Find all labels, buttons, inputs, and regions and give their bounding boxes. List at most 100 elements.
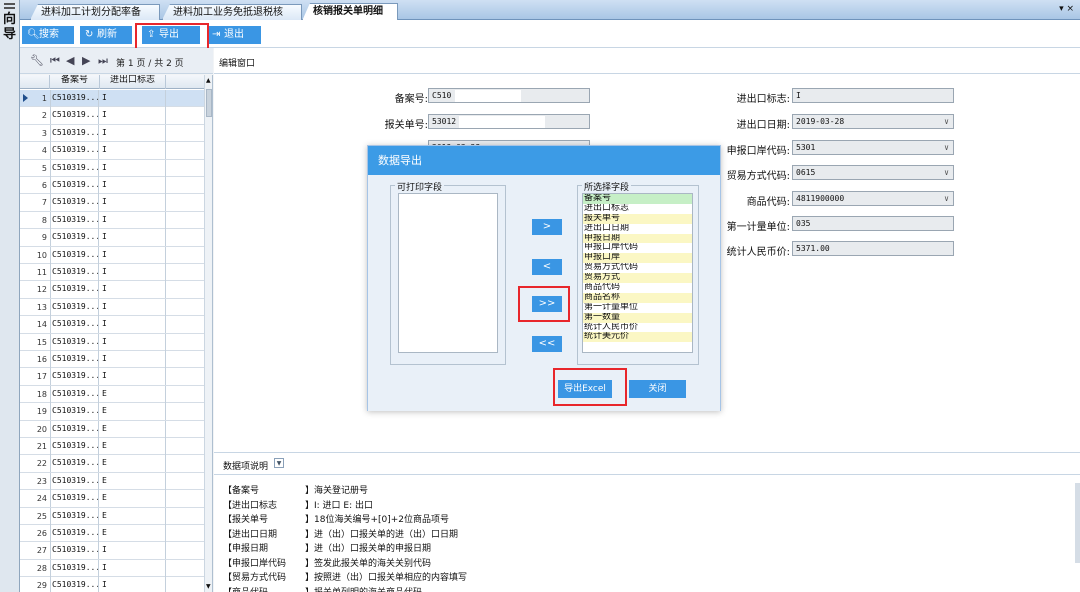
table-row[interactable]: 16 C510319... I <box>20 351 205 369</box>
table-row[interactable]: 18 C510319... E <box>20 385 205 404</box>
chevron-down-icon[interactable]: ∨ <box>944 166 949 179</box>
cell-filing-no[interactable]: C510319... <box>50 420 99 438</box>
table-row[interactable]: 11 C510319... I <box>20 264 205 282</box>
io-flag-field[interactable]: I <box>792 88 954 103</box>
cell-io-flag[interactable]: E <box>100 455 166 473</box>
cell-filing-no[interactable]: C510319... <box>50 177 99 194</box>
export-excel-button[interactable]: 导出Excel <box>558 380 612 398</box>
cell-io-flag[interactable]: E <box>100 507 166 525</box>
cell-filing-no[interactable]: C510319... <box>50 559 99 577</box>
goods-code-select[interactable]: 4811900000 ∨ <box>792 191 954 206</box>
list-item[interactable]: 商品代码 <box>583 283 692 293</box>
customs-no-field[interactable]: 53012 <box>428 114 590 129</box>
table-row[interactable]: 1 C510319... I <box>20 90 205 108</box>
list-item[interactable]: 统计人民币价 <box>583 323 692 333</box>
chevron-down-icon[interactable]: ∨ <box>944 115 949 128</box>
move-left-button[interactable]: < <box>532 259 562 275</box>
cell-filing-no[interactable]: C510319... <box>50 507 99 525</box>
table-row[interactable]: 2 C510319... I <box>20 107 205 125</box>
selected-fields-list[interactable]: 备案号 进出口标志 报关单号 进出口日期 申报日期 申报口岸代码 申报口岸 贸易方式代码 贸易方… <box>582 193 693 353</box>
cell-filing-no[interactable]: C510319... <box>50 142 99 160</box>
cell-filing-no[interactable]: C510319... <box>50 159 99 177</box>
description-scrollbar[interactable] <box>1075 483 1080 563</box>
table-row[interactable]: 6 C510319... I <box>20 177 205 195</box>
cell-io-flag[interactable]: I <box>100 90 166 107</box>
cell-filing-no[interactable]: C510319... <box>50 194 99 212</box>
table-row[interactable]: 4 C510319... I <box>20 142 205 160</box>
cell-io-flag[interactable]: I <box>100 177 166 194</box>
move-all-right-button[interactable]: >> <box>532 296 562 312</box>
cell-io-flag[interactable]: E <box>100 438 166 455</box>
column-header-io-flag[interactable]: 进出口标志 <box>100 75 166 89</box>
cell-io-flag[interactable]: E <box>100 403 166 421</box>
cell-filing-no[interactable]: C510319... <box>50 229 99 247</box>
cell-io-flag[interactable]: I <box>100 264 166 281</box>
cell-filing-no[interactable]: C510319... <box>50 542 99 560</box>
scroll-thumb[interactable] <box>206 89 212 117</box>
table-row[interactable]: 13 C510319... I <box>20 298 205 317</box>
cell-io-flag[interactable]: I <box>100 542 166 560</box>
cell-io-flag[interactable]: I <box>100 229 166 247</box>
tab-menu-icon[interactable]: ▾ × <box>1059 4 1074 14</box>
cell-filing-no[interactable]: C510319... <box>50 211 99 229</box>
table-row[interactable]: 24 C510319... E <box>20 490 205 508</box>
table-row[interactable]: 9 C510319... I <box>20 229 205 247</box>
first-page-icon[interactable]: ⏮ <box>50 54 60 68</box>
table-row[interactable]: 15 C510319... I <box>20 333 205 351</box>
cell-io-flag[interactable]: E <box>100 525 166 542</box>
cell-filing-no[interactable]: C510319... <box>50 525 99 542</box>
list-item[interactable]: 申报日期 <box>583 233 692 244</box>
table-row[interactable]: 23 C510319... E <box>20 472 205 491</box>
table-row[interactable]: 5 C510319... I <box>20 159 205 177</box>
cell-filing-no[interactable]: C510319... <box>50 385 99 403</box>
cell-io-flag[interactable]: I <box>100 246 166 264</box>
io-date-select[interactable]: 2019-03-28 ∨ <box>792 114 954 129</box>
list-item[interactable]: 申报口岸 <box>583 253 692 264</box>
chevron-down-icon[interactable]: ∨ <box>944 141 949 154</box>
cell-filing-no[interactable]: C510319... <box>50 246 99 264</box>
table-row[interactable]: 20 C510319... E <box>20 420 205 438</box>
cell-io-flag[interactable]: I <box>100 281 166 299</box>
table-row[interactable]: 22 C510319... E <box>20 455 205 473</box>
cell-io-flag[interactable]: I <box>100 194 166 212</box>
list-item[interactable]: 贸易方式 <box>583 273 692 284</box>
list-item[interactable]: 第一计量单位 <box>583 303 692 313</box>
cell-filing-no[interactable]: C510319... <box>50 403 99 421</box>
table-row[interactable]: 19 C510319... E <box>20 403 205 421</box>
cell-io-flag[interactable]: I <box>100 577 166 592</box>
cell-filing-no[interactable]: C510319... <box>50 472 99 490</box>
list-item[interactable]: 贸易方式代码 <box>583 263 692 273</box>
cell-filing-no[interactable]: C510319... <box>50 577 99 592</box>
filing-no-field[interactable]: C510 <box>428 88 590 103</box>
cell-filing-no[interactable]: C510319... <box>50 298 99 316</box>
grid-scrollbar[interactable]: ▲ ▼ <box>204 75 212 592</box>
cell-io-flag[interactable]: I <box>100 351 166 368</box>
cell-filing-no[interactable]: C510319... <box>50 351 99 368</box>
cell-io-flag[interactable]: I <box>100 142 166 160</box>
cell-filing-no[interactable]: C510319... <box>50 281 99 299</box>
cell-filing-no[interactable]: C510319... <box>50 90 99 107</box>
guide-sidebar[interactable]: 向导 <box>0 0 20 592</box>
cell-io-flag[interactable]: I <box>100 159 166 177</box>
cell-io-flag[interactable]: I <box>100 107 166 125</box>
refresh-button[interactable]: ↻ 刷新 <box>80 26 132 44</box>
chevron-down-icon[interactable]: ∨ <box>944 192 949 205</box>
tab-customs-details[interactable]: 核销报关单明细 <box>302 3 398 21</box>
search-button[interactable]: 🔍︎搜索 <box>22 26 74 44</box>
table-row[interactable]: 28 C510319... I <box>20 559 205 578</box>
cell-filing-no[interactable]: C510319... <box>50 490 99 508</box>
list-item[interactable]: 统计美元价 <box>583 332 692 343</box>
export-button[interactable]: ⇪ 导出 <box>142 26 200 44</box>
list-item[interactable]: 申报口岸代码 <box>583 243 692 253</box>
table-row[interactable]: 8 C510319... I <box>20 211 205 230</box>
cell-filing-no[interactable]: C510319... <box>50 316 99 334</box>
chevron-down-icon[interactable]: ▼ <box>274 458 284 468</box>
tab-plan-allocation[interactable]: 进料加工计划分配率备案表 <box>30 4 160 20</box>
list-item[interactable]: 报关单号 <box>583 213 692 224</box>
table-row[interactable]: 29 C510319... I <box>20 577 205 592</box>
table-row[interactable]: 3 C510319... I <box>20 124 205 143</box>
cell-io-flag[interactable]: I <box>100 298 166 316</box>
table-row[interactable]: 27 C510319... I <box>20 542 205 560</box>
cell-io-flag[interactable]: I <box>100 368 166 386</box>
trade-mode-select[interactable]: 0615 ∨ <box>792 165 954 180</box>
